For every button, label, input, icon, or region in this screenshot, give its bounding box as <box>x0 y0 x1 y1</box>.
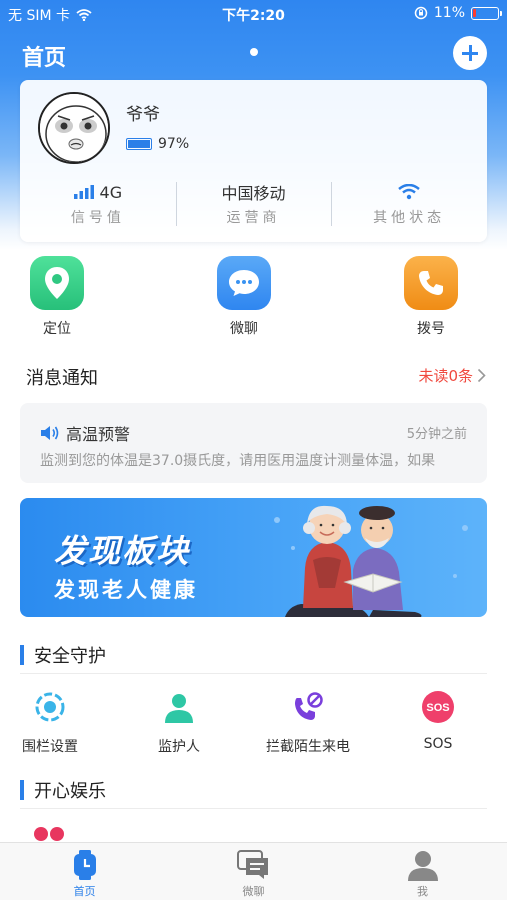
wifi-icon <box>398 184 420 200</box>
stat-other[interactable]: 其他状态 <box>331 180 487 230</box>
stat-other-label: 其他状态 <box>373 210 446 226</box>
safety-item-label: 监护人 <box>158 739 200 755</box>
section-title-text: 开心娱乐 <box>34 781 106 802</box>
banner-headline: 发现板块 <box>54 532 191 570</box>
chat-icon <box>169 849 338 881</box>
tab-bar: 首页 微聊 我 <box>0 842 507 900</box>
safety-grid: 围栏设置 监护人 拦截陌生来电 SOS SOS <box>0 688 507 758</box>
safety-item-label: SOS <box>423 736 453 752</box>
location-pin-icon <box>30 256 84 310</box>
stat-carrier-value: 中国移动 <box>221 184 286 203</box>
stat-carrier-label: 运营商 <box>226 210 281 226</box>
sos-badge-text: SOS <box>426 702 449 714</box>
tab-me[interactable]: 我 <box>338 843 507 900</box>
message-title: 高温预警 <box>66 425 131 444</box>
fun-item-icon-partial[interactable] <box>34 827 64 841</box>
add-button[interactable] <box>453 36 487 70</box>
message-title-row: 高温预警 <box>40 421 130 445</box>
messages-title: 消息通知 <box>26 368 98 389</box>
stat-carrier: 中国移动 运营商 <box>175 180 332 230</box>
banner-subline: 发现老人健康 <box>54 578 198 602</box>
message-card[interactable]: 高温预警 5分钟之前 监测到您的体温是37.0摄氏度，请用医用温度计测量体温，如… <box>20 403 487 483</box>
rotation-lock-icon <box>414 6 428 20</box>
quick-action-label: 拨号 <box>417 321 445 337</box>
device-battery: 97% <box>126 136 189 152</box>
watch-home-icon <box>0 849 169 881</box>
stat-signal-value: 4G <box>99 182 123 202</box>
messages-header: 消息通知 未读0条 <box>26 364 486 390</box>
battery-icon <box>471 6 502 20</box>
page-indicator-dot <box>250 48 258 56</box>
stat-signal: 4G 信号值 <box>20 180 176 230</box>
phone-icon <box>404 256 458 310</box>
unread-count: 未读0条 <box>418 367 473 385</box>
safety-item-sos[interactable]: SOS SOS <box>383 688 493 752</box>
section-accent-bar <box>20 645 24 665</box>
section-divider <box>20 673 487 674</box>
tab-home[interactable]: 首页 <box>0 843 169 900</box>
guardian-icon <box>160 688 198 726</box>
status-right: 11% <box>414 5 502 21</box>
status-bar: 无 SIM 卡 下午2:20 11% <box>0 0 507 28</box>
device-stats: 4G 信号值 中国移动 运营商 其他状态 <box>20 180 487 230</box>
sos-icon: SOS <box>419 688 457 726</box>
safety-item-guardian[interactable]: 监护人 <box>124 688 234 756</box>
quick-action-label: 定位 <box>43 321 71 337</box>
battery-percent: 11% <box>433 5 465 21</box>
message-body: 监测到您的体温是37.0摄氏度，请用医用温度计测量体温，如果 <box>40 453 436 469</box>
section-title-text: 安全守护 <box>34 646 106 667</box>
section-accent-bar <box>20 780 24 800</box>
safety-item-fence[interactable]: 围栏设置 <box>0 688 105 756</box>
tab-label: 首页 <box>73 885 96 898</box>
safety-item-block-call[interactable]: 拦截陌生来电 <box>253 688 363 756</box>
quick-action-label: 微聊 <box>230 321 258 337</box>
fence-icon <box>31 688 69 726</box>
section-divider <box>20 808 487 809</box>
quick-action-dial[interactable]: 拨号 <box>391 256 471 338</box>
cartoon-face-icon <box>40 94 108 162</box>
stat-signal-label: 信号值 <box>70 210 125 226</box>
page-title: 首页 <box>22 46 67 71</box>
person-icon <box>338 849 507 881</box>
avatar[interactable] <box>38 92 110 164</box>
safety-item-label: 拦截陌生来电 <box>266 739 350 755</box>
speaker-icon <box>41 426 59 440</box>
device-card[interactable]: 爷爷 97% 4G 信号值 中国移动 运营商 其他状态 <box>20 80 487 242</box>
tab-label: 微聊 <box>242 885 265 898</box>
section-title-fun: 开心娱乐 <box>20 778 106 802</box>
device-name: 爷爷 <box>126 105 160 125</box>
app-header: 首页 <box>0 30 507 78</box>
device-battery-value: 97% <box>158 136 190 152</box>
tab-chat[interactable]: 微聊 <box>169 843 338 900</box>
quick-action-chat[interactable]: 微聊 <box>204 256 284 338</box>
elderly-couple-illustration <box>274 505 468 617</box>
quick-actions: 定位 微聊 拨号 <box>0 256 507 338</box>
discover-banner[interactable]: 发现板块 发现老人健康 <box>20 498 487 617</box>
block-call-icon <box>289 688 327 726</box>
signal-bars-icon <box>73 185 94 199</box>
chevron-right-icon <box>477 368 486 383</box>
tab-label: 我 <box>417 885 428 898</box>
quick-action-location[interactable]: 定位 <box>17 256 97 338</box>
unread-link[interactable]: 未读0条 <box>418 365 486 386</box>
chat-bubble-icon <box>217 256 271 310</box>
battery-full-icon <box>126 138 152 150</box>
safety-item-label: 围栏设置 <box>22 739 78 755</box>
section-title-safety: 安全守护 <box>20 643 106 667</box>
message-time: 5分钟之前 <box>406 427 467 442</box>
